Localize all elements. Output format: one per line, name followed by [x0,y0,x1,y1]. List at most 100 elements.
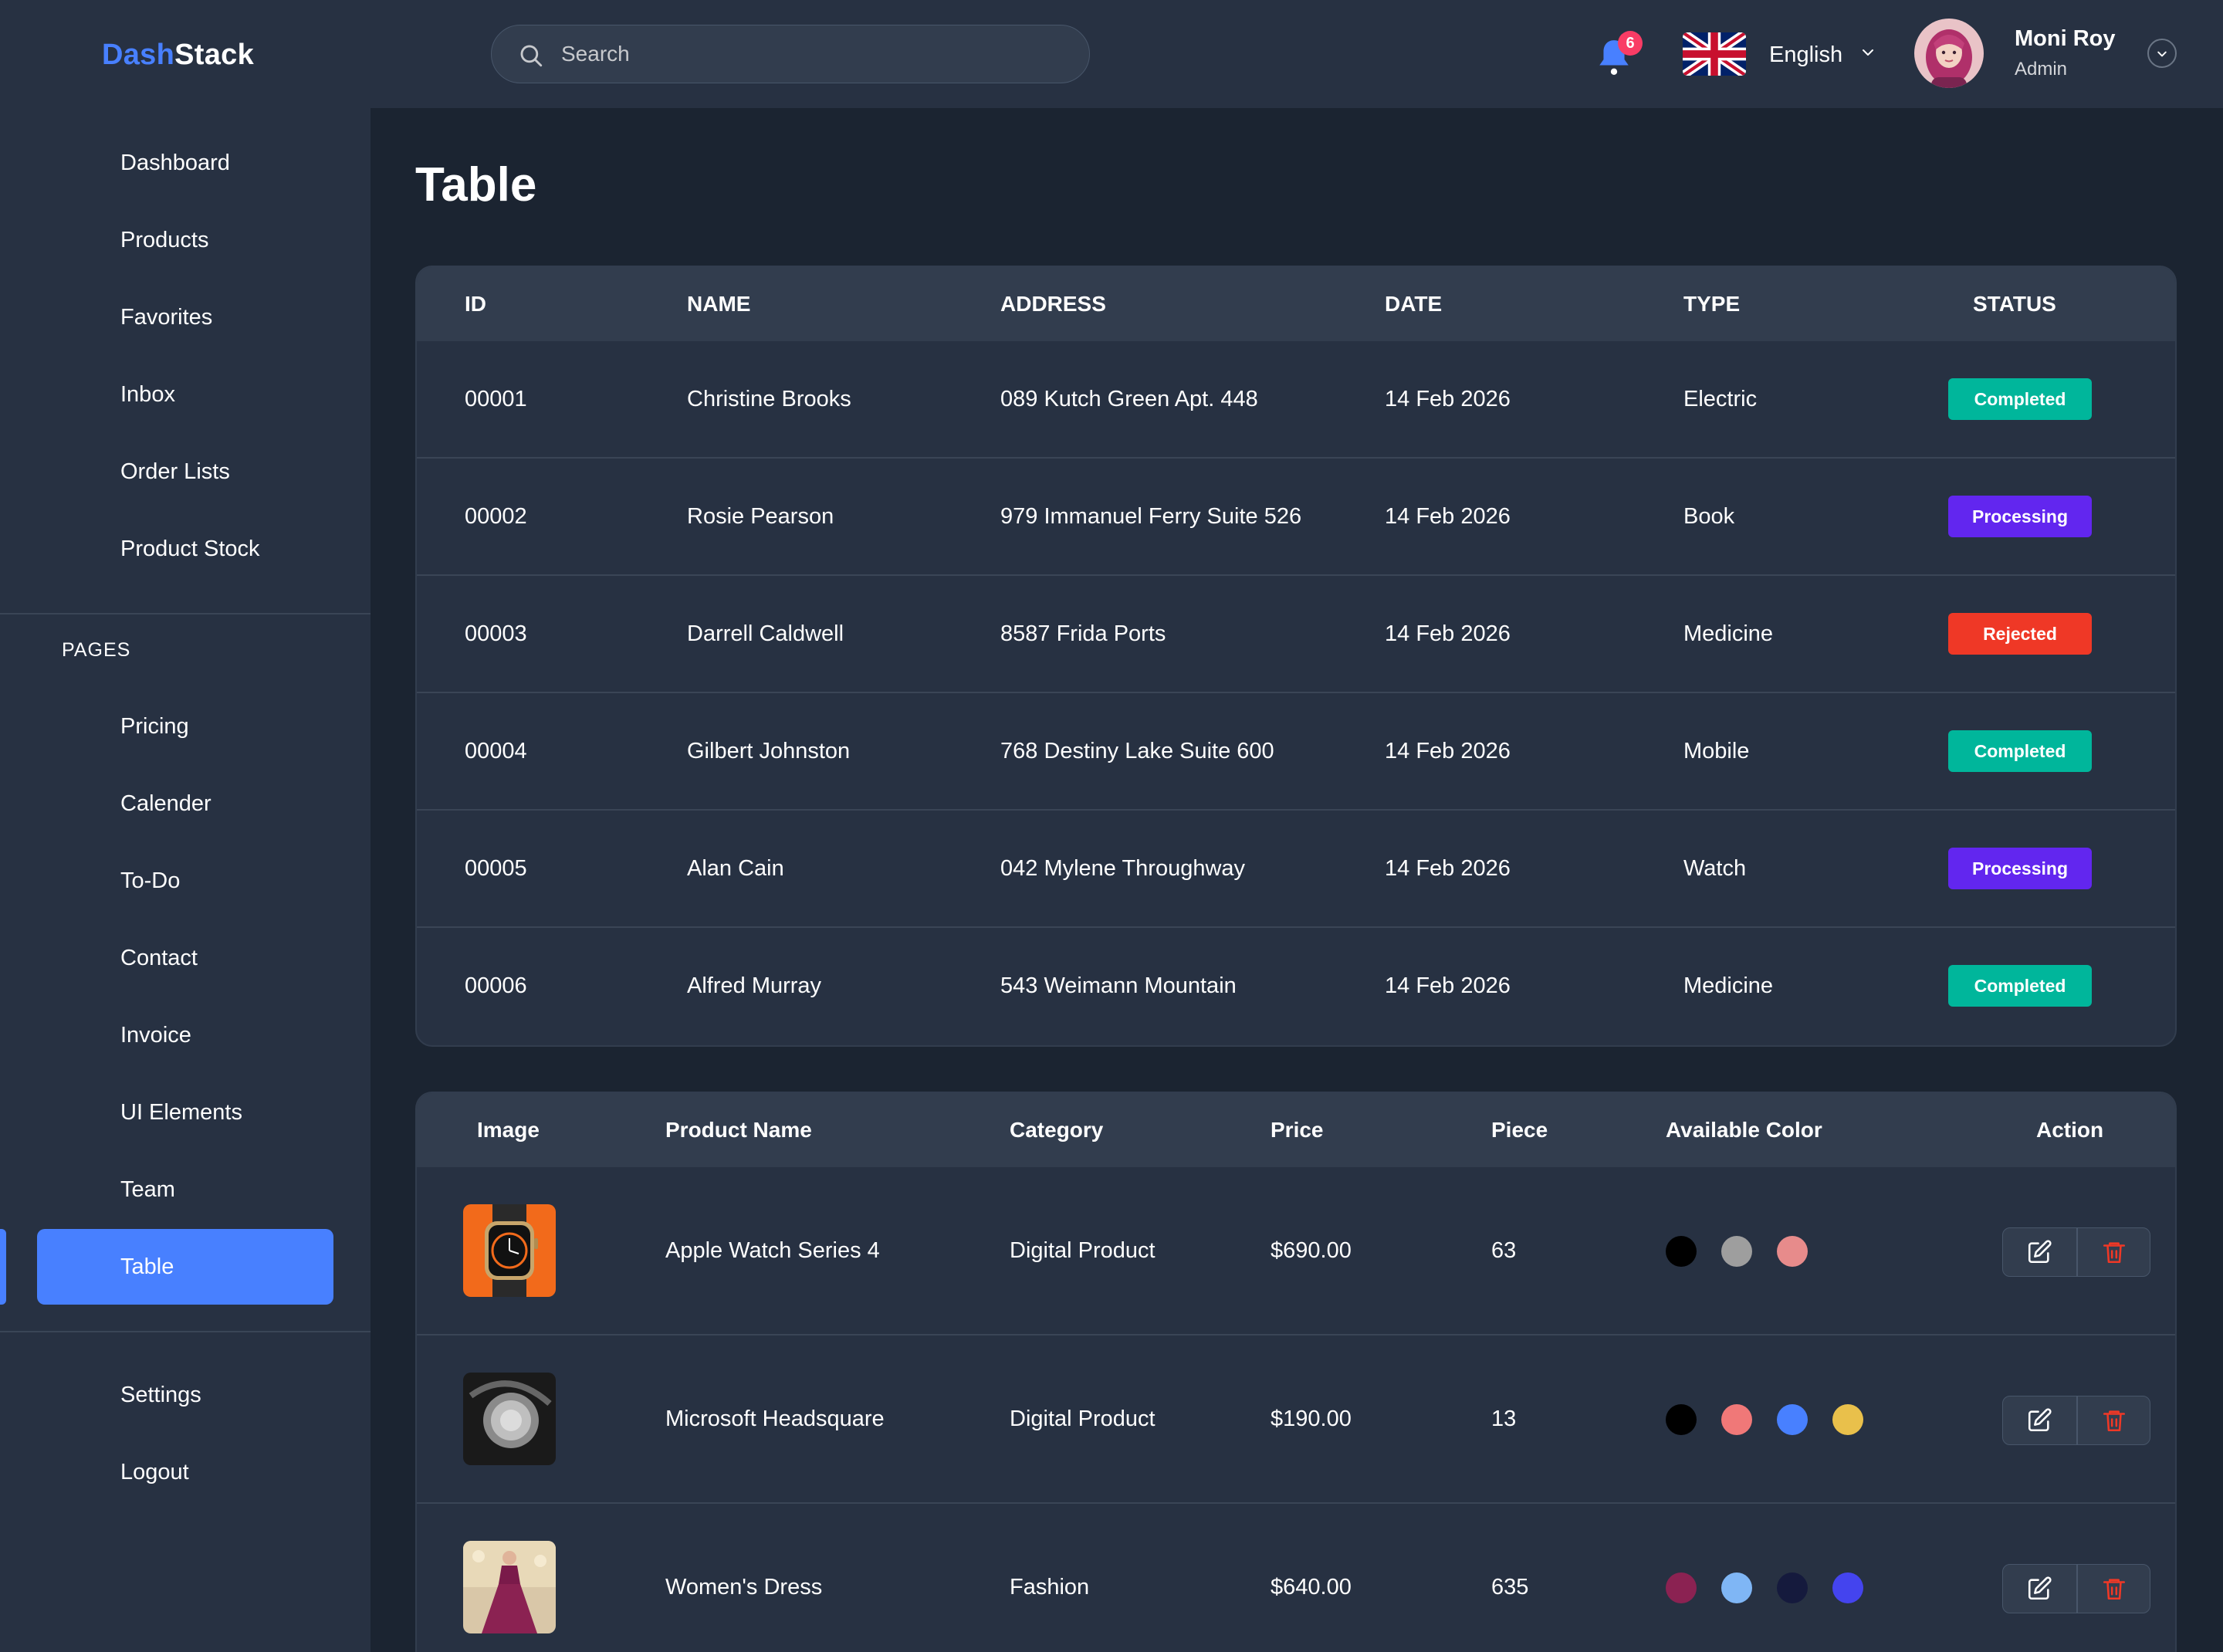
product-image-dress [463,1541,556,1633]
pages-section-label: PAGES [62,639,131,661]
color-swatch [1777,1572,1808,1603]
cell-price: $690.00 [1271,1238,1352,1263]
table-row[interactable]: Microsoft Headsquare Digital Product $19… [417,1335,2175,1504]
cell-name: Christine Brooks [687,387,851,411]
table-row[interactable]: 00005 Alan Cain 042 Mylene Throughway 14… [417,811,2175,928]
column-header-name: NAME [687,292,751,316]
row-actions [2002,1564,2150,1613]
orders-table: ID NAME ADDRESS DATE TYPE STATUS 00001 C… [415,266,2177,1047]
sidebar-item-inbox[interactable]: Inbox [37,357,333,432]
cell-type: Medicine [1683,973,1774,998]
cell-date: 14 Feb 2026 [1385,504,1511,529]
uk-flag-icon[interactable] [1683,32,1746,76]
user-role: Admin [2015,59,2068,80]
cell-address: 768 Destiny Lake Suite 600 [1000,739,1274,763]
cell-type: Electric [1683,387,1758,411]
color-swatch [1721,1404,1752,1435]
cell-type: Watch [1683,856,1747,881]
sidebar-item-order-lists[interactable]: Order Lists [37,434,333,509]
status-badge: Completed [1948,378,2092,420]
chevron-down-icon [2157,51,2167,57]
column-header-available-color: Available Color [1666,1118,1822,1142]
cell-name: Darrell Caldwell [687,621,844,646]
cell-id: 00003 [465,621,527,646]
delete-button[interactable] [2078,1396,2151,1444]
table-row[interactable]: 00004 Gilbert Johnston 768 Destiny Lake … [417,693,2175,811]
sidebar-item-pricing[interactable]: Pricing [37,689,333,764]
cell-category: Fashion [1010,1575,1090,1600]
trash-icon [2103,1410,2126,1432]
column-header-price: Price [1271,1118,1324,1142]
cell-id: 00004 [465,739,527,763]
sidebar-item-contact[interactable]: Contact [37,920,333,996]
sidebar-item-calender[interactable]: Calender [37,766,333,841]
delete-button[interactable] [2078,1228,2151,1276]
cell-date: 14 Feb 2026 [1385,973,1511,998]
color-swatch [1832,1404,1863,1435]
sidebar-divider [0,613,370,614]
table-header: Image Product Name Category Price Piece … [417,1093,2175,1167]
sidebar: Dashboard Products Favorites Inbox Order… [0,108,370,1652]
user-name: Moni Roy [2015,26,2116,51]
table-row[interactable]: 00006 Alfred Murray 543 Weimann Mountain… [417,928,2175,1045]
language-selector[interactable]: English [1769,42,1842,68]
color-swatch [1832,1572,1863,1603]
edit-button[interactable] [2003,1396,2076,1444]
color-swatch [1777,1236,1808,1267]
sidebar-item-logout[interactable]: Logout [37,1434,333,1510]
sidebar-divider [0,1331,370,1332]
table-row[interactable]: 00002 Rosie Pearson 979 Immanuel Ferry S… [417,459,2175,576]
chevron-down-icon[interactable] [1860,45,1876,60]
column-header-piece: Piece [1491,1118,1548,1142]
page-title: Table [415,158,537,212]
column-header-action: Action [2036,1118,2104,1142]
sidebar-item-settings[interactable]: Settings [37,1357,333,1433]
cell-date: 14 Feb 2026 [1385,621,1511,646]
cell-name: Alfred Murray [687,973,822,998]
product-image-watch [463,1204,556,1297]
sidebar-item-product-stock[interactable]: Product Stock [37,511,333,587]
sidebar-item-todo[interactable]: To-Do [37,843,333,919]
status-badge: Completed [1948,965,2092,1007]
trash-icon [2103,1579,2126,1600]
sidebar-item-table[interactable]: Table [37,1229,333,1305]
product-image-headphones [463,1373,556,1465]
edit-icon [2028,1240,2052,1264]
app-logo[interactable]: DashStack [102,39,254,72]
notifications-button[interactable]: 6 [1595,31,1643,79]
cell-id: 00006 [465,973,527,998]
sidebar-item-products[interactable]: Products [37,202,333,278]
sidebar-item-team[interactable]: Team [37,1152,333,1227]
edit-icon [2028,1408,2052,1432]
column-header-product-name: Product Name [665,1118,812,1142]
delete-button[interactable] [2078,1565,2151,1613]
status-badge: Rejected [1948,613,2092,655]
column-header-address: ADDRESS [1000,292,1106,316]
table-row[interactable]: Women's Dress Fashion $640.00 635 [417,1504,2175,1652]
cell-price: $640.00 [1271,1575,1352,1600]
edit-button[interactable] [2003,1565,2076,1613]
table-row[interactable]: Apple Watch Series 4 Digital Product $69… [417,1167,2175,1335]
sidebar-item-dashboard[interactable]: Dashboard [37,125,333,201]
cell-product-name: Women's Dress [665,1575,823,1600]
status-badge: Processing [1948,496,2092,537]
sidebar-item-invoice[interactable]: Invoice [37,997,333,1073]
logo-text-dash: Dash [102,39,175,71]
status-badge: Processing [1948,848,2092,889]
search-input[interactable] [561,25,1071,82]
table-row[interactable]: 00003 Darrell Caldwell 8587 Frida Ports … [417,576,2175,693]
cell-type: Medicine [1683,621,1774,646]
cell-id: 00002 [465,504,527,529]
sidebar-item-ui-elements[interactable]: UI Elements [37,1075,333,1150]
products-table: Image Product Name Category Price Piece … [415,1092,2177,1652]
column-header-status: STATUS [1973,292,2056,316]
profile-menu-button[interactable] [2147,39,2177,68]
sidebar-item-favorites[interactable]: Favorites [37,279,333,355]
user-avatar[interactable] [1914,19,1984,88]
cell-id: 00005 [465,856,527,881]
cell-category: Digital Product [1010,1238,1155,1263]
edit-button[interactable] [2003,1228,2076,1276]
color-swatch [1666,1404,1697,1435]
table-row[interactable]: 00001 Christine Brooks 089 Kutch Green A… [417,341,2175,459]
cell-address: 979 Immanuel Ferry Suite 526 [1000,504,1302,529]
